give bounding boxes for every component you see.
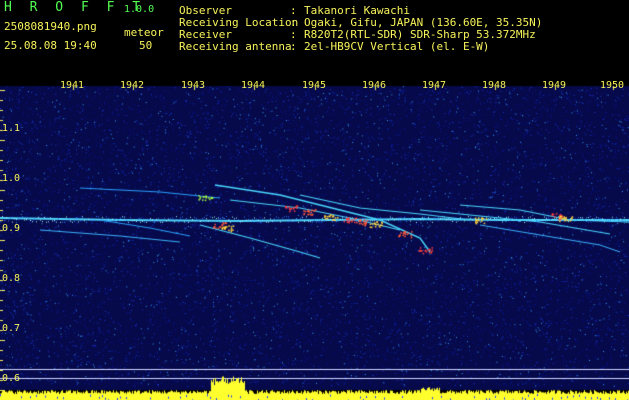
antenna-value: 2el-HB9CV Vertical (el. E-W) (304, 40, 490, 53)
meteor-count: 50 (139, 39, 153, 52)
frequency-tick-label: 0.7 (2, 323, 21, 334)
time-tick-label: 1945 (302, 80, 327, 91)
time-tick-label: 1947 (422, 80, 447, 91)
date-time: 25.08.08 19:40 (4, 39, 97, 52)
colon: : (290, 40, 297, 53)
time-tick-label: 1942 (120, 80, 145, 91)
frequency-tick-label: 0.9 (2, 223, 21, 234)
time-tick-label: 1950 (600, 80, 625, 91)
antenna-label: Receiving antenna (179, 40, 292, 53)
time-tick-label: 1946 (362, 80, 387, 91)
frequency-tick-label: 1.1 (2, 123, 21, 134)
frequency-tick-label: 0.6 (2, 373, 21, 384)
mode-label: meteor (124, 26, 164, 39)
header-panel: H R O F F T 1.0.0 2508081940.png meteor … (0, 0, 629, 70)
time-tick-label: 1941 (60, 80, 85, 91)
time-tick-label: 1948 (482, 80, 507, 91)
time-tick-label: 1949 (542, 80, 567, 91)
spectrogram-canvas (0, 70, 629, 400)
frequency-tick-label: 1.0 (2, 173, 21, 184)
frequency-tick-label: 0.8 (2, 273, 21, 284)
time-tick-label: 1943 (181, 80, 206, 91)
time-tick-label: 1944 (241, 80, 266, 91)
app-version: 1.0.0 (124, 4, 155, 15)
file-name: 2508081940.png (4, 20, 97, 33)
